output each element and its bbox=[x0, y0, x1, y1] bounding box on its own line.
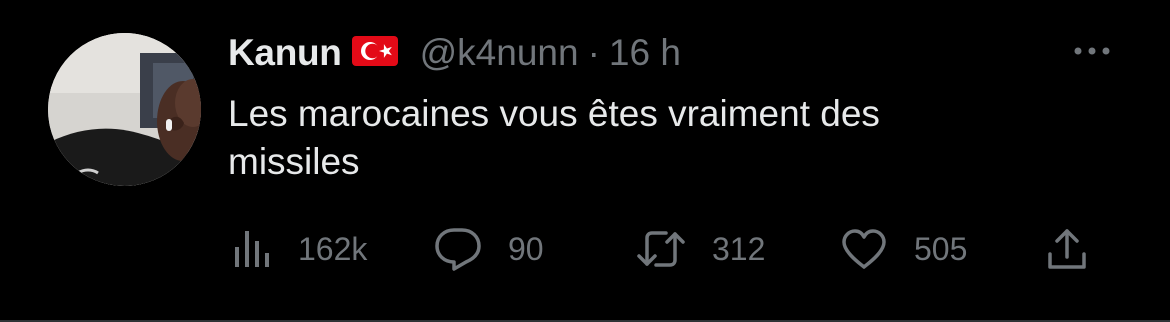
tweet[interactable]: Kanun @k4nunn · 16 h Les marocaines vous… bbox=[0, 0, 1170, 322]
heart-icon bbox=[840, 228, 888, 270]
display-name[interactable]: Kanun bbox=[228, 32, 342, 74]
avatar[interactable] bbox=[48, 33, 201, 186]
replies-count: 90 bbox=[508, 230, 544, 267]
author-handle[interactable]: @k4nunn bbox=[420, 32, 579, 74]
views-button[interactable]: 162k bbox=[232, 225, 367, 273]
retweet-button[interactable]: 312 bbox=[636, 225, 765, 273]
share-button[interactable] bbox=[1046, 225, 1088, 273]
separator-dot: · bbox=[587, 32, 600, 73]
bar-chart-icon bbox=[232, 228, 272, 270]
more-dots-icon[interactable] bbox=[1072, 44, 1112, 62]
reply-button[interactable]: 90 bbox=[434, 225, 544, 273]
turkey-flag-icon bbox=[351, 35, 398, 71]
timestamp[interactable]: 16 h bbox=[609, 32, 681, 74]
tweet-header: Kanun @k4nunn · 16 h bbox=[228, 28, 681, 78]
likes-count: 505 bbox=[914, 230, 968, 267]
like-button[interactable]: 505 bbox=[840, 225, 967, 273]
share-upload-icon bbox=[1046, 227, 1088, 271]
retweets-count: 312 bbox=[712, 230, 766, 267]
retweet-arrows-icon bbox=[636, 228, 686, 270]
tweet-text: Les marocaines vous êtes vraiment des mi… bbox=[228, 93, 880, 182]
speech-bubble-icon bbox=[434, 226, 482, 272]
views-count: 162k bbox=[298, 230, 368, 267]
action-bar: 162k 90 312 505 bbox=[0, 225, 1170, 273]
